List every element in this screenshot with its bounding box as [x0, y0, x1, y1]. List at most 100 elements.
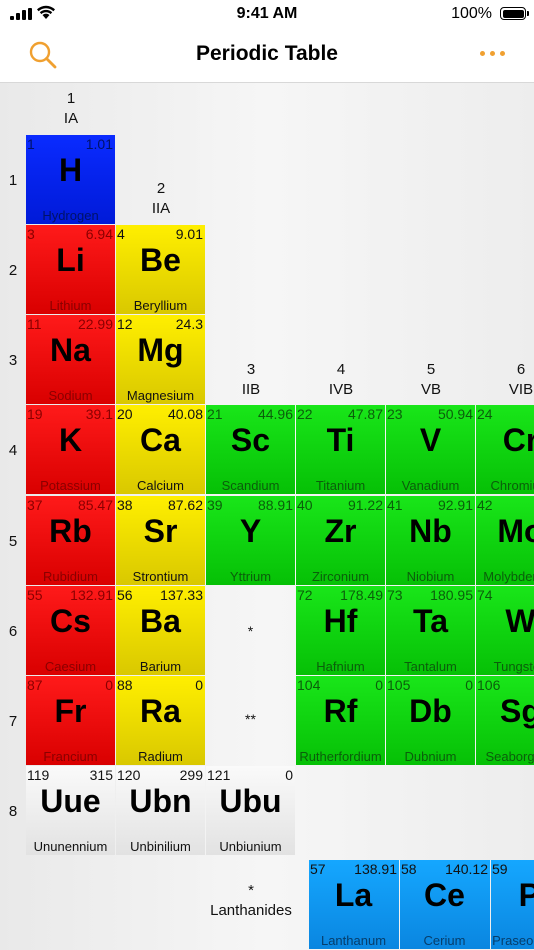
element-symbol: Hf	[323, 603, 358, 639]
element-cell-be[interactable]: 4 9.01 Be Beryllium	[116, 225, 205, 314]
element-cell-na[interactable]: 11 22.99 Na Sodium	[26, 315, 115, 404]
element-symbol: K	[58, 422, 83, 458]
element-cell-k[interactable]: 19 39.1 K Potassium	[26, 405, 115, 494]
element-cell-w[interactable]: 74 1 W Tungsten	[476, 586, 534, 675]
element-cell-ubu[interactable]: 121 0 Ubu Unbiunium	[206, 766, 295, 855]
atomic-number: 38	[117, 497, 133, 513]
period-number-7: 7	[8, 713, 18, 730]
element-cell-mg[interactable]: 12 24.3 Mg Magnesium	[116, 315, 205, 404]
element-name: Magnesium	[126, 388, 195, 403]
element-cell-cs[interactable]: 55 132.91 Cs Caesium	[26, 586, 115, 675]
group-label: IVB	[328, 381, 354, 398]
element-symbol: Db	[409, 693, 452, 729]
atomic-mass: 39.1	[85, 406, 113, 422]
atomic-number: 87	[27, 677, 43, 693]
element-cell-hf[interactable]: 72 178.49 Hf Hafnium	[296, 586, 385, 675]
group-header-4: 4 IVB	[296, 360, 386, 400]
element-cell-rb[interactable]: 37 85.47 Rb Rubidium	[26, 496, 115, 585]
element-cell-v[interactable]: 23 50.94 V Vanadium	[386, 405, 475, 494]
atomic-mass: 1.01	[85, 136, 113, 152]
atomic-number: 106	[477, 677, 501, 693]
group-header-1: 1 IA	[26, 89, 116, 129]
element-symbol: Rf	[323, 693, 358, 729]
lanthanide-placeholder[interactable]: *	[206, 623, 295, 639]
group-label: IIB	[241, 381, 261, 398]
element-symbol: Mg	[137, 332, 184, 368]
more-dots-icon[interactable]	[480, 49, 506, 59]
element-name: Tungsten	[493, 659, 534, 674]
element-symbol: Fr	[54, 693, 87, 729]
element-cell-sc[interactable]: 21 44.96 Sc Scandium	[206, 405, 295, 494]
element-cell-li[interactable]: 3 6.94 Li Lithium	[26, 225, 115, 314]
atomic-mass: 92.91	[437, 497, 473, 513]
element-symbol: H	[58, 152, 83, 188]
element-symbol: Zr	[324, 513, 357, 549]
element-cell-nb[interactable]: 41 92.91 Nb Niobium	[386, 496, 475, 585]
periodic-table[interactable]: 1 IA 2 IIA 3 IIB 4 IVB 5 VB 6 VIB 1 2 3 …	[0, 83, 534, 950]
element-name: Scandium	[221, 478, 280, 493]
atomic-mass: 6.94	[85, 226, 113, 242]
atomic-number: 11	[27, 316, 42, 332]
element-name: Niobium	[406, 569, 455, 584]
atomic-number: 22	[297, 406, 313, 422]
element-cell-zr[interactable]: 40 91.22 Zr Zirconium	[296, 496, 385, 585]
element-symbol: Ca	[140, 422, 181, 458]
element-cell-ra[interactable]: 88 0 Ra Radium	[116, 676, 205, 765]
element-cell-ti[interactable]: 22 47.87 Ti Titanium	[296, 405, 385, 494]
atomic-number: 56	[117, 587, 133, 603]
element-cell-ba[interactable]: 56 137.33 Ba Barium	[116, 586, 205, 675]
atomic-mass: 299	[179, 767, 203, 783]
element-cell-y[interactable]: 39 88.91 Y Yttrium	[206, 496, 295, 585]
period-number-3: 3	[8, 352, 18, 369]
element-cell-cr[interactable]: 24 Cr Chromium	[476, 405, 534, 494]
element-cell-fr[interactable]: 87 0 Fr Francium	[26, 676, 115, 765]
element-cell-ce[interactable]: 58 140.12 Ce Cerium	[400, 860, 490, 949]
element-cell-mo[interactable]: 42 9 Mo Molybdenum	[476, 496, 534, 585]
atomic-number: 88	[117, 677, 133, 693]
element-symbol: La	[334, 877, 373, 913]
element-cell-h[interactable]: 1 1.01 H Hydrogen	[26, 135, 115, 224]
element-name: Beryllium	[133, 298, 188, 313]
element-name: Barium	[139, 659, 182, 674]
atomic-mass: 91.22	[347, 497, 383, 513]
period-number-8: 8	[8, 803, 18, 820]
element-cell-db[interactable]: 105 0 Db Dubnium	[386, 676, 475, 765]
actinide-placeholder[interactable]: **	[206, 711, 295, 727]
atomic-number: 37	[27, 497, 43, 513]
element-name: Molybdenum	[483, 569, 534, 584]
element-cell-sg[interactable]: 106 Sg Seaborgium	[476, 676, 534, 765]
element-cell-ubn[interactable]: 120 299 Ubn Unbinilium	[116, 766, 205, 855]
element-name: Dubnium	[404, 749, 457, 764]
group-number: 2	[156, 180, 166, 197]
element-cell-la[interactable]: 57 138.91 La Lanthanum	[309, 860, 399, 949]
atomic-mass: 9.01	[175, 226, 203, 242]
element-symbol: Rb	[49, 513, 92, 549]
element-symbol: Ce	[424, 877, 465, 913]
element-name: Titanium	[315, 478, 366, 493]
atomic-number: 19	[27, 406, 43, 422]
period-number-2: 2	[8, 262, 18, 279]
atomic-mass: 0	[375, 677, 383, 693]
period-number-4: 4	[8, 442, 18, 459]
element-cell-pr[interactable]: 59 Pr Praseodymium	[491, 860, 534, 949]
element-cell-ca[interactable]: 20 40.08 Ca Calcium	[116, 405, 205, 494]
element-symbol: Pr	[518, 877, 534, 913]
group-number: 4	[336, 361, 346, 378]
element-cell-sr[interactable]: 38 87.62 Sr Strontium	[116, 496, 205, 585]
group-number: 3	[246, 361, 256, 378]
element-cell-uue[interactable]: 119 315 Uue Ununennium	[26, 766, 115, 855]
element-name: Lanthanum	[320, 933, 387, 948]
group-header-2: 2 IIA	[116, 179, 206, 219]
element-symbol: Sr	[143, 513, 178, 549]
group-number: 1	[66, 90, 76, 107]
element-symbol: Mo	[497, 513, 534, 549]
element-cell-ta[interactable]: 73 180.95 Ta Tantalum	[386, 586, 475, 675]
atomic-number: 74	[477, 587, 493, 603]
atomic-number: 104	[297, 677, 321, 693]
element-cell-rf[interactable]: 104 0 Rf Rutherfordium	[296, 676, 385, 765]
battery-percentage: 100%	[451, 5, 492, 22]
atomic-mass: 315	[89, 767, 113, 783]
element-name: Radium	[138, 749, 183, 764]
element-symbol: Cs	[50, 603, 91, 639]
lanthanides-label[interactable]: * Lanthanides	[204, 881, 298, 921]
